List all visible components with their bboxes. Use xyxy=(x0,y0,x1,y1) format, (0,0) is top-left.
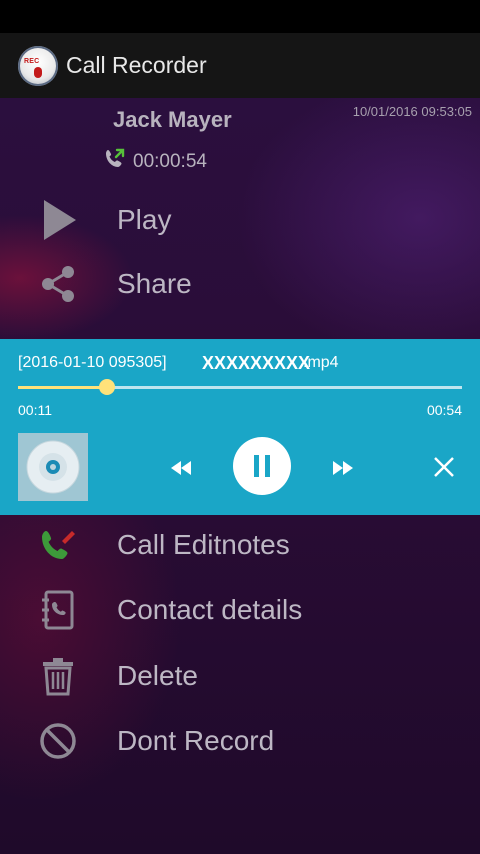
pause-button[interactable] xyxy=(233,437,291,495)
seek-bar-progress xyxy=(18,386,107,389)
player-file-date: [2016-01-10 095305] xyxy=(18,354,167,371)
fast-forward-icon xyxy=(333,461,353,475)
caller-name: Jack Mayer xyxy=(113,107,232,132)
rewind-button[interactable] xyxy=(164,451,198,485)
incoming-call-icon xyxy=(103,147,127,171)
trash-icon xyxy=(36,654,80,698)
elapsed-time: 00:11 xyxy=(18,402,52,418)
fast-forward-button[interactable] xyxy=(326,451,360,485)
rewind-icon xyxy=(171,461,191,475)
menu-item-label: Share xyxy=(117,268,192,299)
logo-rec-text: REC xyxy=(24,57,40,65)
call-duration: 00:00:54 xyxy=(133,151,207,172)
menu-item-play[interactable]: Play xyxy=(0,192,480,248)
menu-item-label: Dont Record xyxy=(117,725,275,756)
menu-item-label: Delete xyxy=(117,660,198,691)
app-bar: REC Call Recorder xyxy=(0,33,480,98)
menu-item-delete[interactable]: Delete xyxy=(0,648,480,704)
menu-item-contact-details[interactable]: Contact details xyxy=(0,582,480,638)
menu-item-label: Call Editnotes xyxy=(117,529,290,560)
contact-book-icon xyxy=(36,588,80,632)
menu-item-dont-record[interactable]: Dont Record xyxy=(0,713,480,769)
block-icon xyxy=(36,719,80,763)
microphone-icon xyxy=(34,66,42,78)
call-notes-icon xyxy=(36,523,80,567)
close-player-button[interactable] xyxy=(428,451,460,483)
pause-icon xyxy=(254,455,270,477)
menu-item-call-editnotes[interactable]: Call Editnotes xyxy=(0,517,480,573)
status-bar xyxy=(0,0,480,33)
record-timestamp: 10/01/2016 09:53:05 xyxy=(352,104,472,119)
app-logo-icon[interactable]: REC xyxy=(18,45,58,86)
total-time: 00:54 xyxy=(426,402,462,418)
player-file-name: XXXXXXXXX xyxy=(202,353,311,373)
album-art xyxy=(18,433,88,501)
menu-item-label: Play xyxy=(117,204,172,235)
play-icon xyxy=(36,198,80,242)
player-file-extension: .mp4 xyxy=(303,354,339,371)
seek-bar-thumb[interactable] xyxy=(98,379,115,395)
share-icon xyxy=(36,262,80,306)
media-player: [2016-01-10 095305] XXXXXXXXX .mp4 00:11… xyxy=(0,339,480,515)
menu-item-share[interactable]: Share xyxy=(0,256,480,312)
menu-item-label: Contact details xyxy=(117,594,303,625)
disc-icon xyxy=(26,440,80,494)
app-title: Call Recorder xyxy=(66,52,207,78)
close-icon xyxy=(434,457,454,477)
